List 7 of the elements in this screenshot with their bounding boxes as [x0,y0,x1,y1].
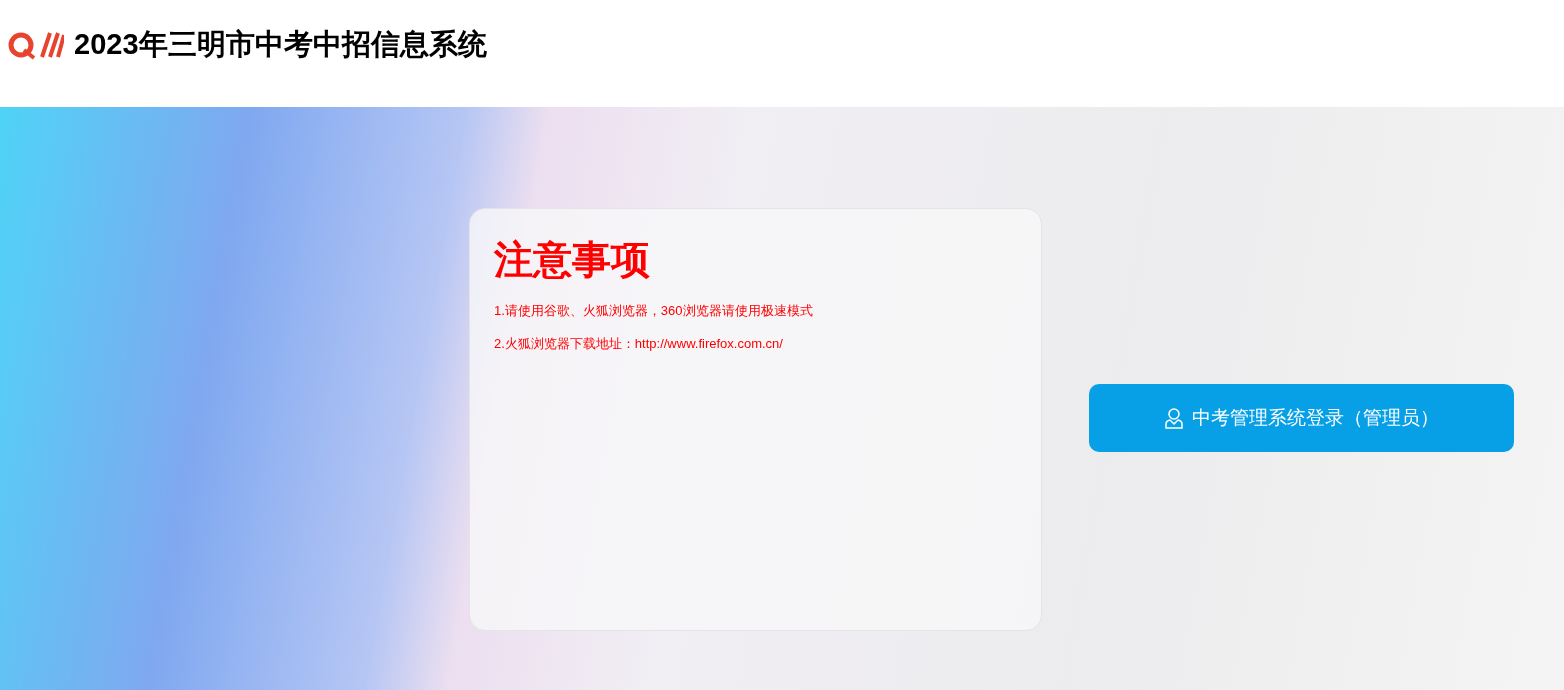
user-icon [1164,407,1184,429]
logo-icon [8,29,64,60]
notice-text: 2.火狐浏览器下载地址：http://www.firefox.com.cn/ [494,334,784,353]
notice-title: 注意事项 [494,237,651,283]
notice-text: 1.请使用谷歌、火狐浏览器，360浏览器请使用极速模式 [494,302,814,320]
page-title: 2023年三明市中考中招信息系统 [74,26,487,62]
login-button[interactable]: 中考管理系统登录（管理员） [1089,384,1514,452]
